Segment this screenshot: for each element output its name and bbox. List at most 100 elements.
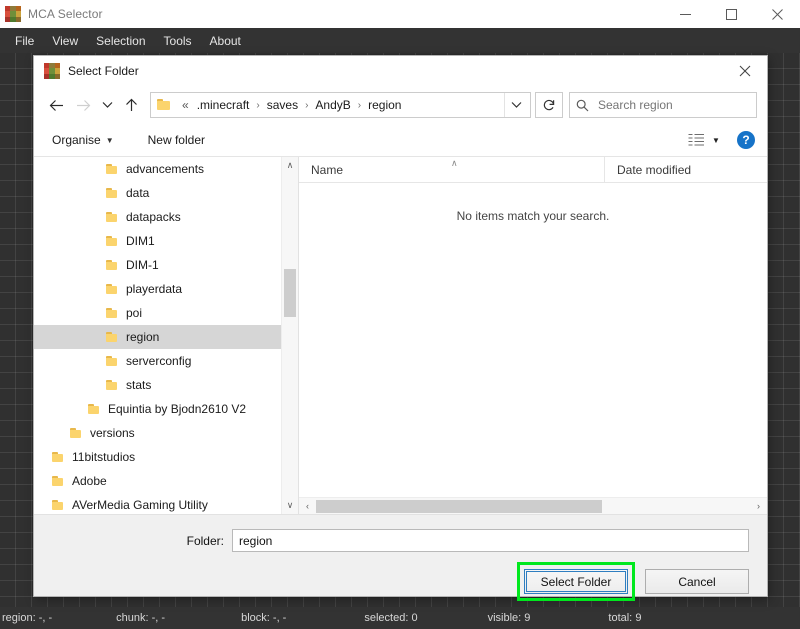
app-titlebar: MCA Selector [0,0,800,28]
tree-item-label: DIM1 [126,234,155,248]
dialog-app-icon [44,63,60,79]
folder-tree-pane: advancements data datapacks DIM1 DIM-1 player… [34,157,299,514]
tree-scroll-thumb[interactable] [284,269,296,317]
tree-item[interactable]: AVerMedia Gaming Utility [34,493,281,514]
breadcrumb-item-andyb[interactable]: AndyB [312,98,353,112]
list-scroll-track[interactable] [316,498,750,515]
tree-item[interactable]: datapacks [34,205,281,229]
dialog-footer: Folder: region Select Folder Cancel [34,514,767,601]
menu-tools[interactable]: Tools [155,31,201,51]
menu-view[interactable]: View [43,31,87,51]
status-total: total: 9 [608,612,641,624]
tree-item-label: playerdata [126,282,183,296]
tree-item-label: Equintia by Bjodn2610 V2 [108,402,247,416]
column-header-date-label: Date modified [617,162,692,177]
recent-locations-chevron-down-icon[interactable] [96,92,118,118]
view-mode-chevron-down-icon[interactable]: ▼ [707,136,725,145]
navigation-row: « .minecraft › saves › AndyB › region Se… [34,86,767,124]
tree-item-label: data [126,186,150,200]
tree-scroll-up-icon[interactable]: ∧ [282,157,298,174]
folder-icon [70,427,83,439]
tree-item[interactable]: DIM-1 [34,253,281,277]
minimize-button[interactable] [662,0,708,28]
tree-item-label: Adobe [72,474,107,488]
address-chevron-down-icon[interactable] [504,93,528,117]
organise-label: Organise [52,133,101,147]
breadcrumb-item-saves[interactable]: saves [264,98,301,112]
status-total-value: 9 [635,612,642,624]
refresh-icon[interactable] [535,92,563,118]
folder-icon [106,355,119,367]
status-selected-value: 0 [411,612,418,624]
menu-about[interactable]: About [201,31,250,51]
tree-item-label: serverconfig [126,354,192,368]
tree-item-label: versions [90,426,135,440]
folder-icon [106,259,119,271]
tree-item-label: AVerMedia Gaming Utility [72,498,208,512]
folder-icon [106,187,119,199]
tree-vertical-scrollbar[interactable]: ∧ ∨ [281,157,298,514]
breadcrumb-item-region[interactable]: region [365,98,404,112]
folder-icon [106,163,119,175]
folder-icon [106,211,119,223]
folder-name-input[interactable]: region [232,529,749,552]
folder-tree: advancements data datapacks DIM1 DIM-1 player… [34,157,281,514]
select-folder-highlight-ring: Select Folder [517,562,635,601]
view-mode-icon[interactable] [688,133,705,148]
status-total-label: total: [608,612,633,624]
new-folder-button[interactable]: New folder [142,129,211,151]
breadcrumb-item-minecraft[interactable]: .minecraft [194,98,253,112]
help-icon[interactable]: ? [737,131,755,149]
organise-button[interactable]: Organise ▼ [46,129,120,151]
select-folder-button[interactable]: Select Folder [524,569,628,594]
status-visible-label: visible: [487,612,522,624]
tree-item[interactable]: 11bitstudios [34,445,281,469]
dialog-title: Select Folder [68,64,139,78]
tree-item[interactable]: DIM1 [34,229,281,253]
list-scroll-right-icon[interactable]: › [750,498,767,515]
tree-item[interactable]: advancements [34,157,281,181]
tree-scroll-track[interactable] [282,174,298,497]
tree-item[interactable]: stats [34,373,281,397]
tree-scroll-down-icon[interactable]: ∨ [282,497,298,514]
tree-item[interactable]: Adobe [34,469,281,493]
dialog-close-icon[interactable] [722,56,767,86]
tree-item-label: poi [126,306,143,320]
list-horizontal-scrollbar[interactable]: ‹ › [299,497,767,514]
list-scroll-thumb[interactable] [316,499,603,513]
tree-item[interactable]: serverconfig [34,349,281,373]
new-folder-label: New folder [147,133,205,147]
folder-icon [106,283,119,295]
tree-item[interactable]: versions [34,421,281,445]
breadcrumb-overflow-icon[interactable]: « [177,98,194,112]
address-bar[interactable]: « .minecraft › saves › AndyB › region [150,92,531,118]
back-button[interactable] [44,92,70,118]
close-button[interactable] [754,0,800,28]
organise-chevron-down-icon: ▼ [105,135,114,145]
tree-item[interactable]: Equintia by Bjodn2610 V2 [34,397,281,421]
status-block-label: block: [241,612,270,624]
cancel-button[interactable]: Cancel [645,569,749,594]
tree-item-label: region [126,330,160,344]
status-visible: visible: 9 [488,612,531,624]
menu-selection[interactable]: Selection [87,31,154,51]
column-header-date-modified[interactable]: Date modified [604,157,767,183]
tree-item[interactable]: poi [34,301,281,325]
column-header-name[interactable]: Name ∧ [299,157,604,183]
tree-item[interactable]: data [34,181,281,205]
folder-icon [52,475,65,487]
up-button[interactable] [118,92,144,118]
tree-item[interactable]: region [34,325,281,349]
dialog-button-row: Select Folder Cancel [34,552,767,601]
column-header-name-label: Name [311,162,344,177]
folder-icon [52,499,65,511]
tree-item-label: stats [126,378,152,392]
menu-file[interactable]: File [6,31,43,51]
folder-icon [106,331,119,343]
search-input[interactable]: Search region [569,92,757,118]
forward-button [70,92,96,118]
list-scroll-left-icon[interactable]: ‹ [299,498,316,515]
tree-item-label: advancements [126,162,205,176]
tree-item[interactable]: playerdata [34,277,281,301]
maximize-button[interactable] [708,0,754,28]
